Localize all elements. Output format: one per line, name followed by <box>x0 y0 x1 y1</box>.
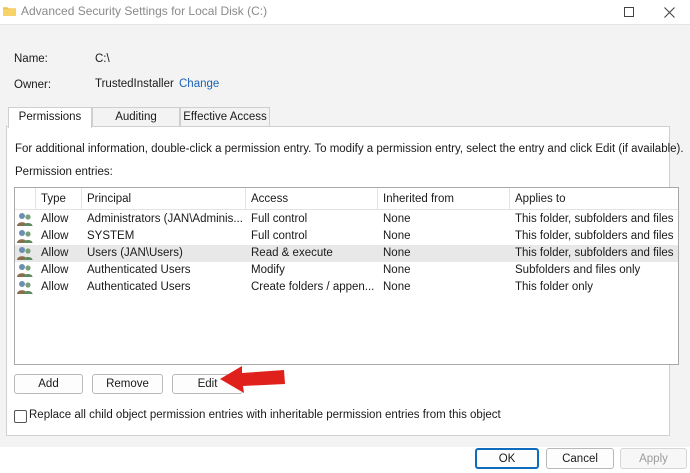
change-owner-link[interactable]: Change <box>179 78 219 90</box>
permission-entries-label: Permission entries: <box>15 166 113 178</box>
advanced-security-settings-window: Advanced Security Settings for Local Dis… <box>0 0 690 473</box>
users-icon <box>17 230 33 243</box>
cell-type: Allow <box>41 213 69 225</box>
ok-button[interactable]: OK <box>475 448 539 469</box>
cell-access: Read & execute <box>251 247 333 259</box>
owner-label: Owner: <box>14 79 52 91</box>
close-icon <box>663 6 675 18</box>
cell-access: Full control <box>251 213 308 225</box>
table-header: Type Principal Access Inherited from App… <box>15 188 678 210</box>
icon-column-header <box>15 188 36 210</box>
cell-inherited-from: None <box>383 264 411 276</box>
table-row[interactable]: Allow Administrators (JAN\Adminis... Ful… <box>15 211 678 228</box>
cell-inherited-from: None <box>383 213 411 225</box>
cell-applies-to: Subfolders and files only <box>515 264 641 276</box>
cell-applies-to: This folder only <box>515 281 593 293</box>
column-header-principal[interactable]: Principal <box>82 188 246 210</box>
table-row[interactable]: Allow Authenticated Users Create folders… <box>15 279 678 296</box>
tab-label: Permissions <box>18 111 82 123</box>
owner-value: TrustedInstaller <box>95 78 174 90</box>
cell-inherited-from: None <box>383 281 411 293</box>
table-row[interactable]: Allow Authenticated Users Modify None Su… <box>15 262 678 279</box>
cell-principal: SYSTEM <box>87 230 135 242</box>
name-label: Name: <box>14 53 48 65</box>
folder-icon <box>3 7 16 16</box>
table-row-selected[interactable]: Allow Users (JAN\Users) Read & execute N… <box>15 245 678 262</box>
cell-inherited-from: None <box>383 247 411 259</box>
remove-button[interactable]: Remove <box>92 374 163 394</box>
cell-applies-to: This folder, subfolders and files <box>515 247 674 259</box>
column-header-access[interactable]: Access <box>246 188 378 210</box>
add-button[interactable]: Add <box>14 374 83 394</box>
tab-auditing[interactable]: Auditing <box>92 107 180 127</box>
title-bar: Advanced Security Settings for Local Dis… <box>0 0 690 24</box>
cell-type: Allow <box>41 281 69 293</box>
dialog-body: Name: C:\ Owner: TrustedInstaller Change… <box>0 24 690 469</box>
cell-principal: Authenticated Users <box>87 264 191 276</box>
maximize-icon <box>624 7 634 17</box>
cell-principal: Administrators (JAN\Adminis... <box>87 213 243 225</box>
users-icon <box>17 281 33 294</box>
cell-applies-to: This folder, subfolders and files <box>515 213 674 225</box>
column-header-applies-to[interactable]: Applies to <box>510 188 678 210</box>
replace-child-permissions-label[interactable]: Replace all child object permission entr… <box>29 409 501 421</box>
tab-permissions[interactable]: Permissions <box>8 107 92 128</box>
red-arrow-icon <box>220 366 285 393</box>
table-row[interactable]: Allow SYSTEM Full control None This fold… <box>15 228 678 245</box>
replace-child-permissions-checkbox[interactable] <box>14 410 27 423</box>
tab-label: Auditing <box>115 111 157 123</box>
apply-button[interactable]: Apply <box>620 448 687 469</box>
permissions-panel: For additional information, double-click… <box>6 126 684 436</box>
close-button[interactable] <box>646 0 690 24</box>
permission-entries-table[interactable]: Type Principal Access Inherited from App… <box>14 187 679 365</box>
users-icon <box>17 247 33 260</box>
cell-applies-to: This folder, subfolders and files <box>515 230 674 242</box>
instructions-text: For additional information, double-click… <box>15 143 684 155</box>
column-header-type[interactable]: Type <box>36 188 82 210</box>
cell-type: Allow <box>41 264 69 276</box>
cell-access: Create folders / appen... <box>251 281 375 293</box>
column-header-inherited-from[interactable]: Inherited from <box>378 188 510 210</box>
users-icon <box>17 264 33 277</box>
cell-type: Allow <box>41 247 69 259</box>
cell-inherited-from: None <box>383 230 411 242</box>
users-icon <box>17 213 33 226</box>
tab-label: Effective Access <box>183 111 267 123</box>
cell-principal: Authenticated Users <box>87 281 191 293</box>
cell-principal: Users (JAN\Users) <box>87 247 183 259</box>
window-title: Advanced Security Settings for Local Dis… <box>21 4 268 18</box>
cell-access: Modify <box>251 264 285 276</box>
cell-type: Allow <box>41 230 69 242</box>
name-value: C:\ <box>95 53 110 65</box>
cancel-button[interactable]: Cancel <box>546 448 614 469</box>
cell-access: Full control <box>251 230 308 242</box>
tab-effective-access[interactable]: Effective Access <box>180 107 270 127</box>
